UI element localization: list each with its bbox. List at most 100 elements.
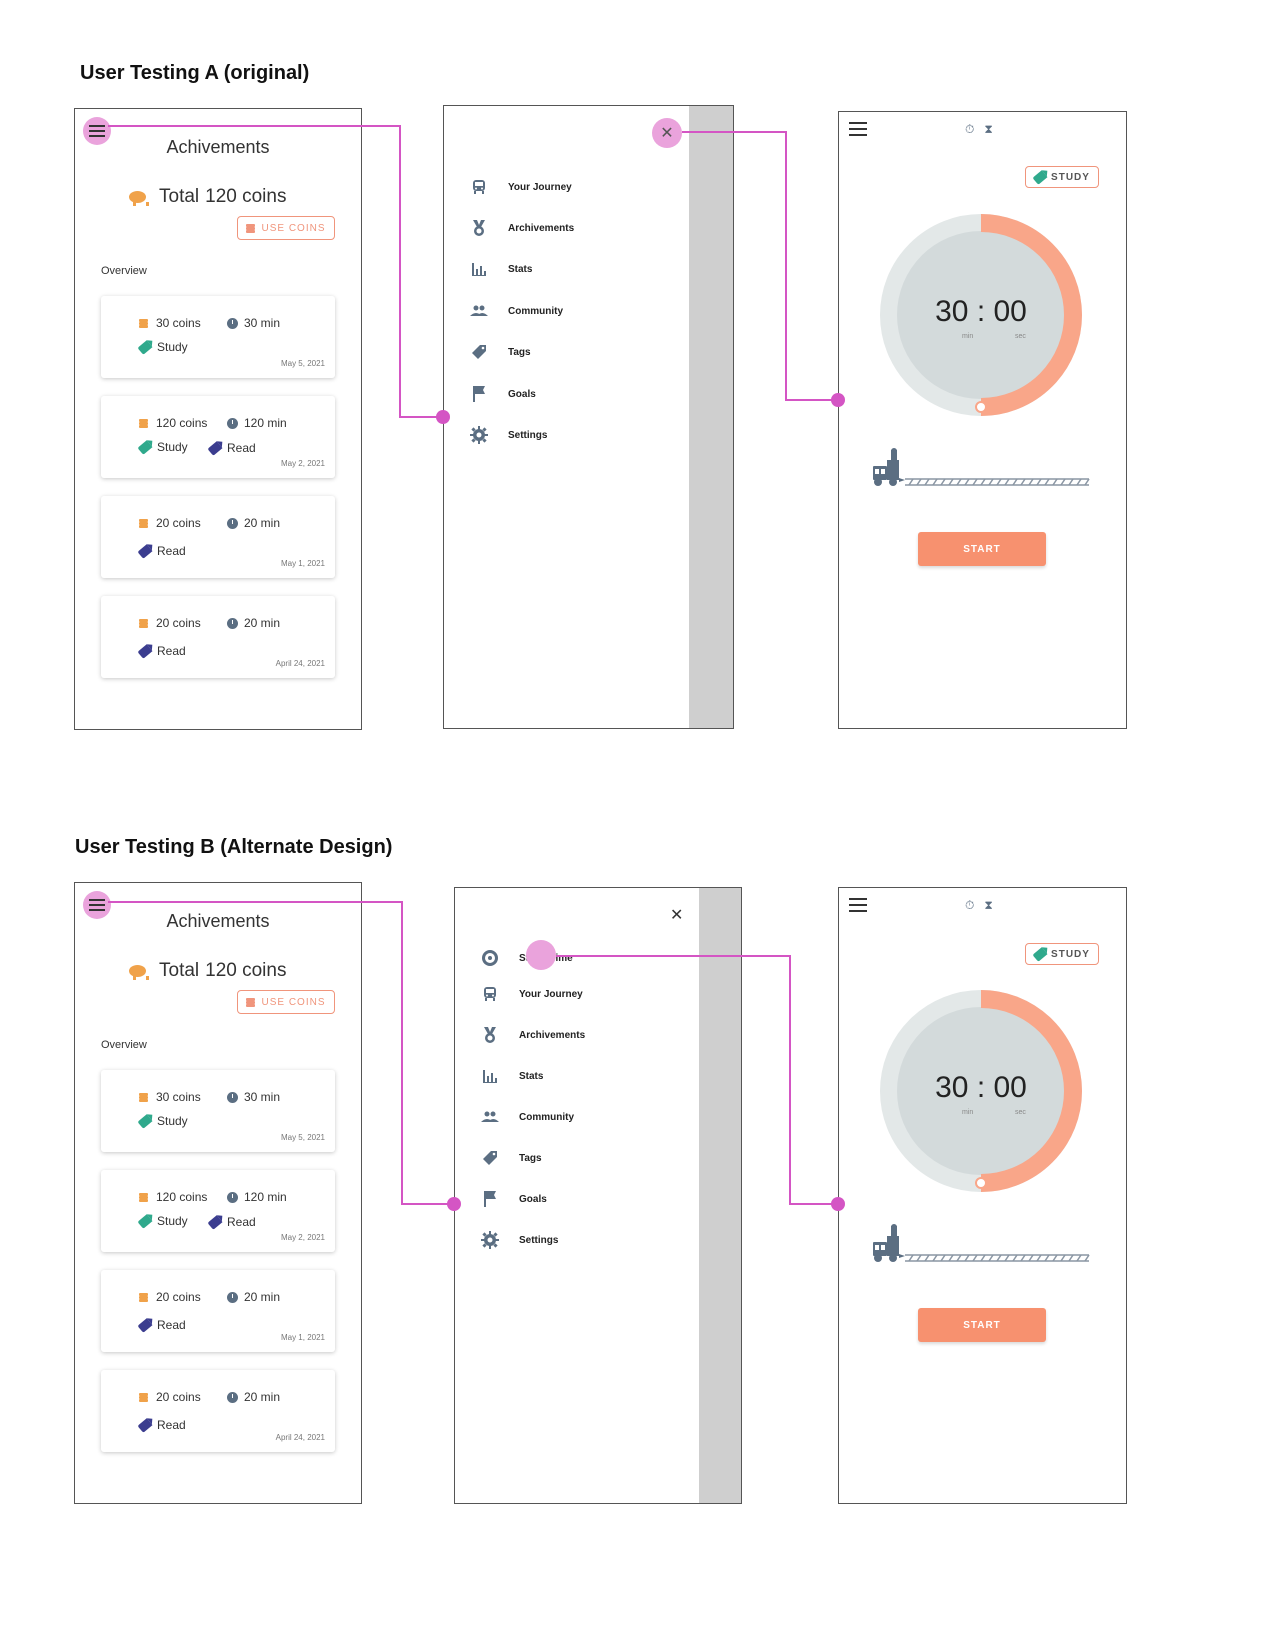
use-coins-label: USE COINS — [261, 222, 326, 234]
train-icon — [481, 985, 499, 1003]
achievement-card[interactable]: 30 coins 30 min Study May 5, 2021 — [101, 1070, 335, 1152]
total-coins: Total 120 coins — [127, 186, 286, 208]
clock-icon — [227, 1291, 238, 1303]
people-icon — [481, 1108, 499, 1126]
bar-chart-icon — [470, 260, 488, 278]
menu-item-community[interactable]: Community — [470, 302, 563, 320]
close-button[interactable]: ✕ — [652, 118, 682, 148]
coins-icon — [139, 518, 150, 528]
hamburger-icon[interactable] — [849, 898, 867, 912]
menu-item-label: Archivements — [508, 222, 575, 234]
card-date: May 2, 2021 — [280, 1233, 325, 1242]
use-coins-button[interactable]: USE COINS — [237, 990, 335, 1014]
total-value: 120 coins — [205, 960, 287, 981]
menu-item-community[interactable]: Community — [481, 1108, 574, 1126]
timer-knob[interactable] — [975, 401, 987, 413]
card-coins: 120 coins — [156, 1190, 208, 1204]
tag-icon — [137, 439, 153, 455]
achievement-card[interactable]: 30 coins 30 min Study May 5, 2021 — [101, 296, 335, 378]
menu-item-goals[interactable]: Goals — [470, 385, 536, 403]
menu-item-settings[interactable]: Settings — [481, 1231, 558, 1249]
close-icon: ✕ — [660, 125, 674, 142]
card-time: 20 min — [244, 1390, 281, 1404]
total-label: Total — [159, 186, 200, 207]
menu-item-stats[interactable]: Stats — [481, 1067, 543, 1085]
coins-icon — [139, 318, 150, 328]
coins-icon — [139, 1192, 150, 1202]
card-tag: Study — [157, 1114, 188, 1128]
close-icon[interactable]: ✕ — [670, 905, 683, 925]
card-date: April 24, 2021 — [275, 659, 325, 668]
study-tag-chip[interactable]: STUDY — [1025, 943, 1099, 965]
start-button[interactable]: START — [918, 1308, 1046, 1342]
card-tag: Read — [157, 1318, 186, 1332]
stopwatch-icon[interactable]: ⏱ — [965, 898, 974, 913]
menu-item-goals[interactable]: Goals — [481, 1190, 547, 1208]
menu-item-your-journey[interactable]: Your Journey — [470, 178, 572, 196]
menu-item-tags[interactable]: Tags — [470, 343, 531, 361]
clock-icon — [227, 517, 238, 529]
study-tag-chip[interactable]: STUDY — [1025, 166, 1099, 188]
hourglass-icon[interactable]: ⧗ — [984, 122, 992, 137]
total-value: 120 coins — [205, 186, 287, 207]
card-date: April 24, 2021 — [275, 1433, 325, 1442]
achievement-card[interactable]: 120 coins 120 min Study Read May 2, 2021 — [101, 1170, 335, 1252]
timer-knob[interactable] — [975, 1177, 987, 1189]
tag-icon — [1032, 946, 1048, 962]
overview-label: Overview — [101, 1039, 147, 1051]
card-coins: 20 coins — [156, 516, 201, 530]
achievement-card[interactable]: 20 coins 20 min Read May 1, 2021 — [101, 496, 335, 578]
achievement-card[interactable]: 120 coins 120 min Study Read May 2, 2021 — [101, 396, 335, 478]
tag-icon — [137, 339, 153, 355]
clock-icon — [227, 1191, 238, 1203]
menu-item-label: Goals — [508, 388, 536, 400]
achievements-screen-b: Achivements Total 120 coins USE COINS Ov… — [74, 882, 362, 1504]
achievement-card[interactable]: 20 coins 20 min Read April 24, 2021 — [101, 596, 335, 678]
tag-icon — [137, 543, 153, 559]
gear-icon — [470, 426, 488, 444]
card-coins: 20 coins — [156, 616, 201, 630]
min-label: min — [962, 1109, 974, 1116]
achievement-card[interactable]: 20 coins 20 min Read April 24, 2021 — [101, 1370, 335, 1452]
card-coins: 30 coins — [156, 1090, 201, 1104]
tag-icon — [207, 440, 223, 456]
bar-chart-icon — [481, 1067, 499, 1085]
tag-icon — [137, 1113, 153, 1129]
menu-item-settings[interactable]: Settings — [470, 426, 547, 444]
timer-screen-a: ⏱ ⧗ STUDY 30 : 00 min sec START — [838, 111, 1127, 729]
stopwatch-icon[interactable]: ⏱ — [965, 122, 974, 137]
timer-dial[interactable]: 30 : 00 min sec — [879, 989, 1083, 1193]
card-time: 20 min — [244, 1290, 281, 1304]
train-icon — [873, 448, 905, 486]
page-title: Achivements — [166, 911, 270, 931]
start-button[interactable]: START — [918, 532, 1046, 566]
coins-icon — [246, 997, 257, 1007]
piggy-bank-icon — [127, 189, 149, 206]
medal-icon — [481, 1026, 499, 1044]
drawer-scrim[interactable] — [699, 888, 741, 1503]
train-icon — [873, 1224, 905, 1262]
menu-item-achievements[interactable]: Archivements — [481, 1026, 585, 1044]
use-coins-button[interactable]: USE COINS — [237, 216, 335, 240]
tag-icon — [137, 1317, 153, 1333]
people-icon — [470, 302, 488, 320]
menu-item-achievements[interactable]: Archivements — [470, 219, 574, 237]
section-title-b: User Testing B (Alternate Design) — [75, 836, 393, 858]
menu-item-tags[interactable]: Tags — [481, 1149, 542, 1167]
hourglass-icon[interactable]: ⧗ — [984, 898, 992, 913]
achievement-card[interactable]: 20 coins 20 min Read May 1, 2021 — [101, 1270, 335, 1352]
sec-label: sec — [1015, 1109, 1026, 1116]
drawer-scrim[interactable] — [689, 106, 733, 728]
coins-icon — [139, 618, 150, 628]
flag-icon — [481, 1190, 499, 1208]
card-date: May 2, 2021 — [280, 459, 325, 468]
medal-icon — [470, 219, 488, 237]
timer-dial[interactable]: 30 : 00 min sec — [879, 213, 1083, 417]
hamburger-icon[interactable] — [849, 122, 867, 136]
piggy-bank-icon — [127, 963, 149, 980]
card-coins: 20 coins — [156, 1290, 201, 1304]
clock-icon — [227, 417, 238, 429]
menu-item-stats[interactable]: Stats — [470, 260, 532, 278]
menu-item-your-journey[interactable]: Your Journey — [481, 985, 583, 1003]
clock-icon — [227, 1091, 238, 1103]
